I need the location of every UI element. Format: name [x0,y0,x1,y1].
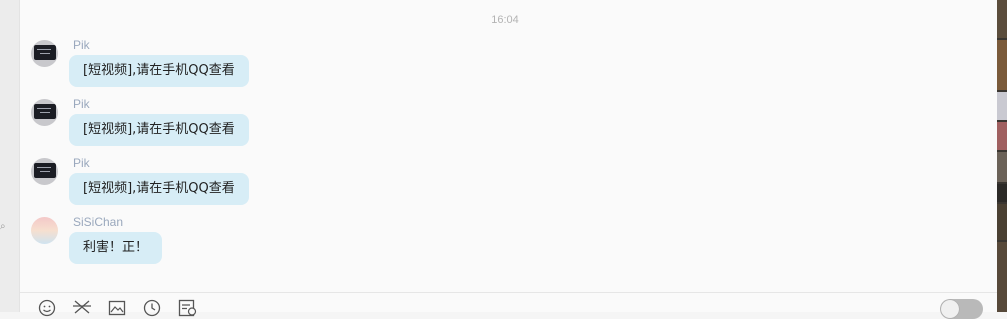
sender-name[interactable]: SiSiChan [73,215,123,229]
sender-name[interactable]: Pik [73,38,90,52]
sender-name[interactable]: Pik [73,156,90,170]
send-mode-toggle[interactable] [940,299,983,319]
message-bubble[interactable]: [短视频],请在手机QQ查看 [69,55,249,87]
message-item: SiSiChan 利害！正！ [20,215,920,273]
left-panel-edge: ⌕ [0,0,20,312]
message-timestamp: 16:04 [491,14,519,26]
search-icon[interactable]: ⌕ [0,221,8,233]
toggle-knob [941,300,959,318]
input-toolbar [20,293,997,319]
avatar[interactable] [31,217,58,244]
sender-name[interactable]: Pik [73,97,90,111]
message-item: Pik [短视频],请在手机QQ查看 [20,97,920,155]
scissors-icon[interactable] [72,299,92,315]
message-item: Pik [短视频],请在手机QQ查看 [20,156,920,214]
message-bubble[interactable]: [短视频],请在手机QQ查看 [69,173,249,205]
image-icon[interactable] [108,299,128,316]
background-window-edge [997,0,1007,312]
message-bubble[interactable]: 利害！正！ [69,232,163,264]
avatar[interactable] [31,158,58,185]
clock-icon[interactable] [143,299,163,317]
avatar[interactable] [31,40,58,67]
chat-history[interactable]: 16:04 Pik [短视频],请在手机QQ查看 Pik [短视频],请在手机Q… [20,0,997,312]
file-icon[interactable] [178,299,198,317]
emoji-icon[interactable] [38,299,58,317]
message-item: Pik [短视频],请在手机QQ查看 [20,38,920,96]
message-bubble[interactable]: [短视频],请在手机QQ查看 [69,114,249,146]
avatar[interactable] [31,99,58,126]
